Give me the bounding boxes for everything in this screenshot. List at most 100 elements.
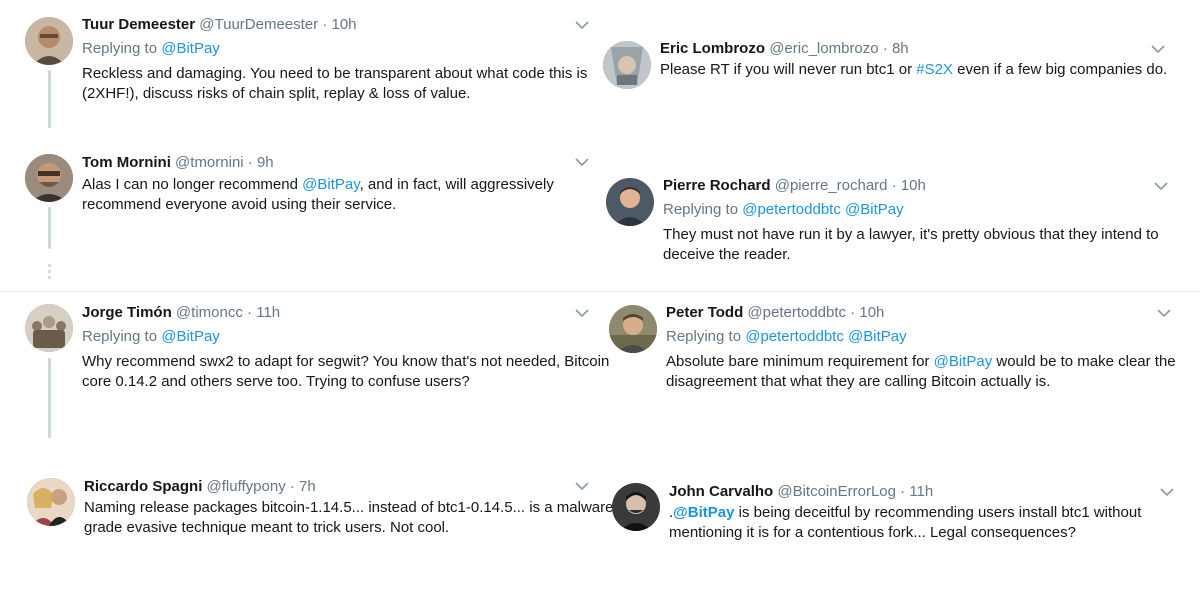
tweet-text-line: grade evasive technique meant to trick u… bbox=[84, 519, 450, 536]
author-name[interactable]: Riccardo Spagni bbox=[84, 478, 202, 495]
tweet-text-line: Alas I can no longer recommend @BitPay, … bbox=[82, 175, 554, 195]
text-segment: Alas I can no longer recommend bbox=[82, 176, 303, 193]
tweet-riccardo-spagni: Riccardo Spagni @fluffypony · 7h Naming … bbox=[0, 462, 618, 600]
author-handle[interactable]: @tmornini bbox=[175, 154, 244, 171]
tweet-text-line: Why recommend swx2 to adapt for segwit? … bbox=[82, 353, 610, 370]
tweet-john-carvalho: John Carvalho @BitcoinErrorLog · 11h .@B… bbox=[600, 462, 1200, 600]
tweet-text-line: .@BitPay is being deceitful by recommend… bbox=[669, 503, 1141, 523]
tweet-jorge-timon: Jorge Timón @timoncc · 11h Replying to @… bbox=[0, 292, 609, 462]
tweet-tuur-demeester: Tuur Demeester @TuurDemeester · 10h Repl… bbox=[0, 0, 600, 140]
tweet-text: Naming release packages bitcoin-1.14.5..… bbox=[84, 498, 618, 538]
chevron-down-icon[interactable] bbox=[575, 20, 589, 30]
text-segment: is being deceitful by recommending users… bbox=[734, 504, 1142, 521]
chevron-down-icon[interactable] bbox=[575, 481, 589, 491]
replying-prefix: Replying to bbox=[82, 328, 158, 345]
chevron-down-icon[interactable] bbox=[575, 308, 589, 318]
author-handle[interactable]: @pierre_rochard bbox=[775, 177, 888, 194]
tweet-time[interactable]: 11h bbox=[909, 483, 933, 500]
chevron-down-icon[interactable] bbox=[575, 157, 589, 167]
mention-link[interactable]: @BitPay bbox=[161, 40, 220, 57]
replying-prefix: Replying to bbox=[666, 328, 742, 345]
author-handle[interactable]: @fluffypony bbox=[207, 478, 286, 495]
chevron-down-icon[interactable] bbox=[1157, 308, 1171, 318]
tweet-text-line: They must not have run it by a lawyer, i… bbox=[663, 226, 1159, 243]
replying-to: Replying to @BitPay bbox=[82, 328, 609, 346]
tweet-tom-mornini: Tom Mornini @tmornini · 9h Alas I can no… bbox=[0, 140, 600, 290]
replying-prefix: Replying to bbox=[82, 40, 158, 57]
tweet-text-line: Please RT if you will never run btc1 or … bbox=[660, 60, 1167, 80]
mention-link[interactable]: @BitPay bbox=[161, 328, 220, 345]
tweet-text-line: (2XHF!), discuss risks of chain split, r… bbox=[82, 85, 471, 102]
tweet-text: Absolute bare minimum requirement for @B… bbox=[666, 352, 1176, 392]
tweet-text: Why recommend swx2 to adapt for segwit? … bbox=[82, 352, 609, 392]
author-handle[interactable]: @BitcoinErrorLog bbox=[777, 483, 896, 500]
avatar[interactable] bbox=[606, 178, 654, 226]
text-segment: Please RT if you will never run btc1 or bbox=[660, 61, 917, 78]
mention-link[interactable]: @BitPay bbox=[845, 201, 904, 218]
author-name[interactable]: Jorge Timón bbox=[82, 304, 172, 321]
author-name[interactable]: Tom Mornini bbox=[82, 154, 171, 171]
mention-link[interactable]: @petertoddbtc bbox=[745, 328, 844, 345]
author-name[interactable]: Pierre Rochard bbox=[663, 177, 771, 194]
chevron-down-icon[interactable] bbox=[1154, 181, 1168, 191]
tweet-text-line: Reckless and damaging. You need to be tr… bbox=[82, 65, 588, 82]
tweet-time[interactable]: 9h bbox=[257, 154, 274, 171]
text-segment: Absolute bare minimum requirement for bbox=[666, 353, 934, 370]
separator-dot: · bbox=[289, 478, 295, 495]
replying-to: Replying to @petertoddbtc @BitPay bbox=[663, 201, 1159, 219]
mention-link[interactable]: @BitPay bbox=[302, 176, 359, 193]
mention-link[interactable]: @BitPay bbox=[673, 504, 734, 521]
tweet-text-line: Absolute bare minimum requirement for @B… bbox=[666, 352, 1176, 372]
tweet-text: Alas I can no longer recommend @BitPay, … bbox=[82, 175, 554, 215]
avatar[interactable] bbox=[25, 304, 73, 352]
author-handle[interactable]: @timoncc bbox=[176, 304, 243, 321]
avatar[interactable] bbox=[25, 17, 73, 65]
author-name[interactable]: Peter Todd bbox=[666, 304, 743, 321]
tweet-pierre-rochard: Pierre Rochard @pierre_rochard · 10h Rep… bbox=[600, 160, 1200, 290]
separator-dot: · bbox=[891, 177, 897, 194]
tweet-peter-todd: Peter Todd @petertoddbtc · 10h Replying … bbox=[600, 292, 1200, 462]
avatar[interactable] bbox=[27, 478, 75, 526]
tweet-text-line: core 0.14.2 and others serve too. Trying… bbox=[82, 373, 470, 390]
hashtag-link[interactable]: #S2X bbox=[916, 61, 953, 78]
author-name[interactable]: John Carvalho bbox=[669, 483, 773, 500]
separator-dot: · bbox=[900, 483, 906, 500]
tweet-time[interactable]: 10h bbox=[331, 16, 356, 33]
tweet-time[interactable]: 10h bbox=[859, 304, 884, 321]
replying-to: Replying to @BitPay bbox=[82, 40, 587, 58]
tweet-text-line: mentioning it is for a contentious fork.… bbox=[669, 524, 1076, 541]
tweet-time[interactable]: 8h bbox=[892, 40, 909, 57]
tweet-text-line: recommend everyone avoid using their ser… bbox=[82, 196, 397, 213]
author-handle[interactable]: @TuurDemeester bbox=[199, 16, 318, 33]
tweet-eric-lombrozo: Eric Lombrozo @eric_lombrozo · 8h Please… bbox=[600, 0, 1200, 160]
text-segment: even if a few big companies do. bbox=[952, 61, 1168, 78]
tweet-text: Reckless and damaging. You need to be tr… bbox=[82, 64, 587, 104]
tweet-time[interactable]: 10h bbox=[901, 177, 926, 194]
author-name[interactable]: Tuur Demeester bbox=[82, 16, 195, 33]
replying-prefix: Replying to bbox=[663, 201, 739, 218]
separator-dot: · bbox=[850, 304, 856, 321]
avatar[interactable] bbox=[609, 305, 657, 353]
chevron-down-icon[interactable] bbox=[1160, 487, 1174, 497]
chevron-down-icon[interactable] bbox=[1151, 44, 1165, 54]
tweet-time[interactable]: 7h bbox=[299, 478, 316, 495]
text-segment: would be to make clear the bbox=[992, 353, 1176, 370]
tweet-text-line: disagreement that what they are calling … bbox=[666, 373, 1051, 390]
mention-link[interactable]: @petertoddbtc bbox=[742, 201, 841, 218]
tweet-text: Please RT if you will never run btc1 or … bbox=[660, 60, 1167, 80]
thread-line bbox=[48, 358, 51, 438]
avatar[interactable] bbox=[612, 483, 660, 531]
avatar[interactable] bbox=[25, 154, 73, 202]
thread-line bbox=[48, 207, 51, 249]
tweet-text-line: Naming release packages bitcoin-1.14.5..… bbox=[84, 499, 619, 516]
author-handle[interactable]: @eric_lombrozo bbox=[769, 40, 878, 57]
tweet-time[interactable]: 11h bbox=[256, 304, 280, 321]
text-segment: , and in fact, will aggressively bbox=[359, 176, 554, 193]
separator-dot: · bbox=[247, 154, 253, 171]
author-handle[interactable]: @petertoddbtc bbox=[747, 304, 846, 321]
mention-link[interactable]: @BitPay bbox=[848, 328, 907, 345]
mention-link[interactable]: @BitPay bbox=[934, 353, 993, 370]
thread-more-dots[interactable] bbox=[48, 264, 51, 282]
author-name[interactable]: Eric Lombrozo bbox=[660, 40, 765, 57]
avatar[interactable] bbox=[603, 41, 651, 89]
